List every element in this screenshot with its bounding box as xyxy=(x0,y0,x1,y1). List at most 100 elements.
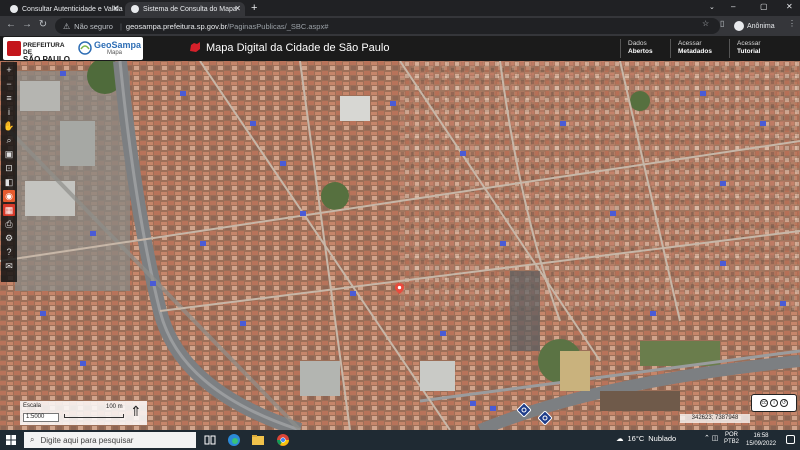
clock-date: 15/09/2022 xyxy=(746,441,777,447)
weather-widget[interactable]: ☁ 16°C Nublado xyxy=(616,434,676,443)
geosampa-subtitle: Mapa xyxy=(107,50,123,56)
search-icon: ⌕ xyxy=(30,435,35,444)
settings-button[interactable]: ⚙ xyxy=(3,232,15,244)
address-bar[interactable]: ⚠ Não seguro | geosampa.prefeitura.sp.go… xyxy=(55,18,720,34)
north-arrow-icon: ⇑ xyxy=(130,403,142,419)
system-tray-icon[interactable]: ⌃ ◫ xyxy=(704,434,718,442)
tab-title: Consultar Autenticidade e Valida xyxy=(22,5,123,13)
link-dados-abertos[interactable]: Dados Abertos xyxy=(628,40,653,56)
prefeitura-line1: PREFEITURA DE xyxy=(23,42,65,56)
zoom-out-button[interactable]: − xyxy=(3,78,15,90)
bookmark-star-icon[interactable]: ☆ xyxy=(702,19,709,28)
select-button[interactable]: ▣ xyxy=(3,148,15,160)
profile-label: Anônima xyxy=(747,22,775,30)
profile-button[interactable]: Anônima xyxy=(734,19,775,33)
forward-icon[interactable]: → xyxy=(20,19,34,30)
browser-tab-1[interactable]: Consultar Autenticidade e Valida ✕ xyxy=(4,2,123,16)
zoom-box-button[interactable]: ⌕ xyxy=(3,134,15,146)
metro-station-icon[interactable] xyxy=(538,411,552,425)
close-window-button[interactable]: ✕ xyxy=(786,2,793,11)
by-icon: i xyxy=(770,399,778,407)
lang-line2: PTB2 xyxy=(724,439,740,445)
windows-start-icon[interactable] xyxy=(6,435,16,445)
cloud-icon: ☁ xyxy=(616,434,624,443)
help-button[interactable]: ? xyxy=(3,246,15,258)
reload-icon[interactable]: ↻ xyxy=(36,19,50,30)
location-pin-icon[interactable] xyxy=(394,283,405,294)
browser-tab-bar: Consultar Autenticidade e Valida ✕ Siste… xyxy=(0,0,800,16)
link-line2: Tutorial xyxy=(737,48,761,55)
notifications-icon[interactable] xyxy=(786,435,795,444)
sa-icon: ↺ xyxy=(780,399,788,407)
clock[interactable]: 16:58 15/09/2022 xyxy=(746,432,776,448)
windows-taskbar: ⌕ Digite aqui para pesquisar ☁ 16°C Nubl… xyxy=(0,430,800,450)
minimize-button[interactable]: – xyxy=(731,2,735,11)
link-line1: Acessar xyxy=(737,40,761,47)
orange-tool-button[interactable]: ◉ xyxy=(3,190,15,202)
link-tutorial[interactable]: Acessar Tutorial xyxy=(737,40,760,56)
satellite-map[interactable] xyxy=(0,61,800,430)
search-placeholder: Digite aqui para pesquisar xyxy=(40,435,134,445)
new-tab-button[interactable]: + xyxy=(251,2,257,14)
layers-button[interactable]: ≡ xyxy=(3,92,15,104)
url-host: geosampa.prefeitura.sp.gov.br xyxy=(125,21,228,31)
weather-desc: Nublado xyxy=(648,434,677,443)
scale-panel: Escala 1:5000 100 m ⇑ xyxy=(20,401,147,425)
pan-button[interactable]: ✋ xyxy=(3,120,15,132)
info-button[interactable]: i xyxy=(3,106,15,118)
divider xyxy=(729,39,730,58)
coordinates-readout: 342623; 7387948 xyxy=(680,414,750,423)
measure-button[interactable]: ⊡ xyxy=(3,162,15,174)
side-panel-icon[interactable]: ▯ xyxy=(720,19,724,28)
security-label: Não seguro xyxy=(74,21,113,31)
back-icon[interactable]: ← xyxy=(4,19,18,30)
divider xyxy=(620,39,621,58)
prefeitura-logo[interactable] xyxy=(7,41,21,56)
browser-menu-icon[interactable]: ⋮ xyxy=(788,19,796,28)
satellite-imagery xyxy=(0,61,800,430)
scale-input[interactable]: 1:5000 xyxy=(23,413,59,422)
file-explorer-icon[interactable] xyxy=(251,433,265,447)
taskbar-search-input[interactable]: ⌕ Digite aqui para pesquisar xyxy=(24,432,196,448)
tab-search-icon[interactable]: ⌄ xyxy=(709,3,715,11)
browser-toolbar: ← → ↻ ⚠ Não seguro | geosampa.prefeitura… xyxy=(0,16,800,36)
tab-close-icon[interactable]: ✕ xyxy=(112,4,119,13)
print-button[interactable]: ⎙ xyxy=(3,218,15,230)
link-line1: Dados xyxy=(628,40,647,47)
link-line2: Metadados xyxy=(678,48,712,55)
zoom-in-button[interactable]: + xyxy=(3,64,15,76)
draw-button[interactable]: ◧ xyxy=(3,176,15,188)
link-metadados[interactable]: Acessar Metadados xyxy=(678,40,712,56)
divider xyxy=(670,39,671,58)
tab-favicon-icon xyxy=(10,5,18,13)
link-line1: Acessar xyxy=(678,40,702,47)
task-view-icon[interactable] xyxy=(203,433,217,447)
prefeitura-name: PREFEITURA DE SÃO PAULO xyxy=(23,42,73,64)
separator: | xyxy=(119,21,122,31)
tab-title: Sistema de Consulta do Mapa xyxy=(143,5,237,13)
maximize-button[interactable]: ▢ xyxy=(760,2,768,11)
scale-label: Escala xyxy=(23,403,42,409)
page-title: Mapa Digital da Cidade de São Paulo xyxy=(206,42,390,54)
cc-icon: cc xyxy=(760,399,768,407)
edge-icon[interactable] xyxy=(227,433,241,447)
browser-tab-2[interactable]: Sistema de Consulta do Mapa ✕ xyxy=(125,2,245,16)
url-path: /PaginasPublicas/_SBC.aspx# xyxy=(227,21,329,31)
tab-favicon-icon xyxy=(131,5,139,13)
mail-button[interactable]: ✉ xyxy=(3,260,15,272)
tab-close-icon[interactable]: ✕ xyxy=(234,4,241,13)
city-map-icon xyxy=(190,42,200,52)
lang-line1: POR xyxy=(725,432,739,438)
link-line2: Abertos xyxy=(628,48,653,55)
creative-commons-badge[interactable]: cc i ↺ xyxy=(751,394,797,412)
language-indicator[interactable]: POR PTB2 xyxy=(724,432,739,446)
red-tool-button[interactable]: ▦ xyxy=(3,204,15,216)
scale-bar-text: 100 m xyxy=(106,404,123,410)
metro-station-icon[interactable] xyxy=(517,403,531,417)
geosampa-title: GeoSampa xyxy=(94,40,142,50)
chrome-icon[interactable] xyxy=(276,433,290,447)
clock-time: 16:58 xyxy=(753,433,769,439)
map-toolbar: + − ≡ i ✋ ⌕ ▣ ⊡ ◧ ◉ ▦ ⎙ ⚙ ? ✉ xyxy=(1,62,17,282)
geosampa-logo-icon[interactable] xyxy=(78,41,92,55)
warning-icon: ⚠ xyxy=(63,21,71,31)
